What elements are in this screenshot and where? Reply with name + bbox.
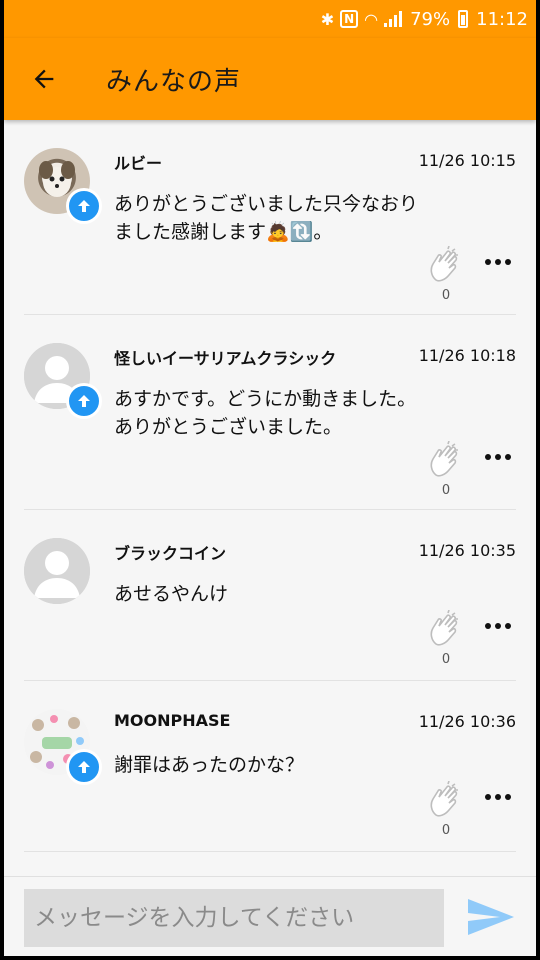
arrow-left-icon: [34, 69, 54, 89]
list-item: MOONPHASE 11/26 10:36 謝罪はあったのかな？ 0: [24, 681, 516, 852]
clap-icon: [430, 245, 458, 282]
battery-percent: 79%: [410, 8, 451, 30]
avatar[interactable]: [24, 538, 90, 604]
battery-icon: [458, 10, 469, 28]
author-name[interactable]: 怪しいイーサリアムクラシック: [114, 345, 336, 369]
list-item: ブラックコイン 11/26 10:35 あせるやんけ 0: [24, 510, 516, 681]
page-title: みんなの声: [106, 66, 242, 97]
author-name[interactable]: ルビー: [114, 150, 162, 174]
more-options-button[interactable]: [482, 445, 514, 469]
post-time: 11/26 10:36: [418, 712, 516, 731]
app-frame: ✱ N ◠ 79% 11:12 みんなの声 ルビー 11/26 10:15 あり…: [4, 0, 536, 956]
message-input[interactable]: [24, 889, 444, 947]
clap-icon: [430, 780, 458, 817]
more-options-button[interactable]: [482, 785, 514, 809]
arrow-up-icon: [78, 200, 90, 212]
send-icon: [468, 899, 514, 935]
wifi-icon: ◠: [364, 9, 379, 29]
post-time: 11/26 10:15: [418, 151, 516, 170]
message-text: 謝罪はあったのかな？: [114, 754, 305, 776]
signal-icon: [384, 11, 403, 27]
clap-count: 0: [441, 483, 451, 498]
bluetooth-icon: ✱: [320, 9, 335, 29]
composer-bar: [4, 876, 536, 956]
upvote-badge: [66, 188, 102, 224]
send-button[interactable]: [466, 895, 516, 939]
clap-button[interactable]: [428, 440, 462, 477]
arrow-up-icon: [78, 761, 90, 773]
clap-count: 0: [441, 823, 451, 838]
clap-button[interactable]: [428, 780, 462, 817]
clap-button[interactable]: [428, 245, 462, 282]
message-text: あすかです。どうにか動きました。ありがとうございました。: [114, 388, 417, 438]
status-icons: ✱ N ◠: [320, 9, 403, 29]
back-button[interactable]: [12, 47, 76, 111]
more-options-button[interactable]: [482, 250, 514, 274]
clap-count: 0: [441, 652, 451, 667]
nfc-icon: N: [340, 10, 359, 28]
message-text: ありがとうございました只今なおりました感謝します🙇🔃。: [114, 193, 419, 243]
arrow-up-icon: [78, 395, 90, 407]
author-name[interactable]: ブラックコイン: [114, 540, 226, 564]
clap-icon: [430, 440, 458, 477]
default-avatar-icon: [24, 538, 90, 604]
clap-icon: [430, 609, 458, 646]
status-bar: ✱ N ◠ 79% 11:12: [4, 0, 536, 38]
message-text: あせるやんけ: [114, 583, 229, 605]
more-options-button[interactable]: [482, 614, 514, 638]
comment-list[interactable]: ルビー 11/26 10:15 ありがとうございました只今なおりました感謝します…: [4, 120, 536, 852]
upvote-badge: [66, 383, 102, 419]
upvote-badge: [66, 749, 102, 785]
clap-count: 0: [441, 288, 451, 303]
list-item: 怪しいイーサリアムクラシック 11/26 10:18 あすかです。どうにか動きま…: [24, 315, 516, 510]
list-item: ルビー 11/26 10:15 ありがとうございました只今なおりました感謝します…: [24, 120, 516, 315]
author-name[interactable]: MOONPHASE: [114, 711, 230, 730]
app-bar: みんなの声: [4, 38, 536, 120]
post-time: 11/26 10:35: [418, 541, 516, 560]
status-time: 11:12: [476, 8, 528, 30]
clap-button[interactable]: [428, 609, 462, 646]
post-time: 11/26 10:18: [418, 346, 516, 365]
